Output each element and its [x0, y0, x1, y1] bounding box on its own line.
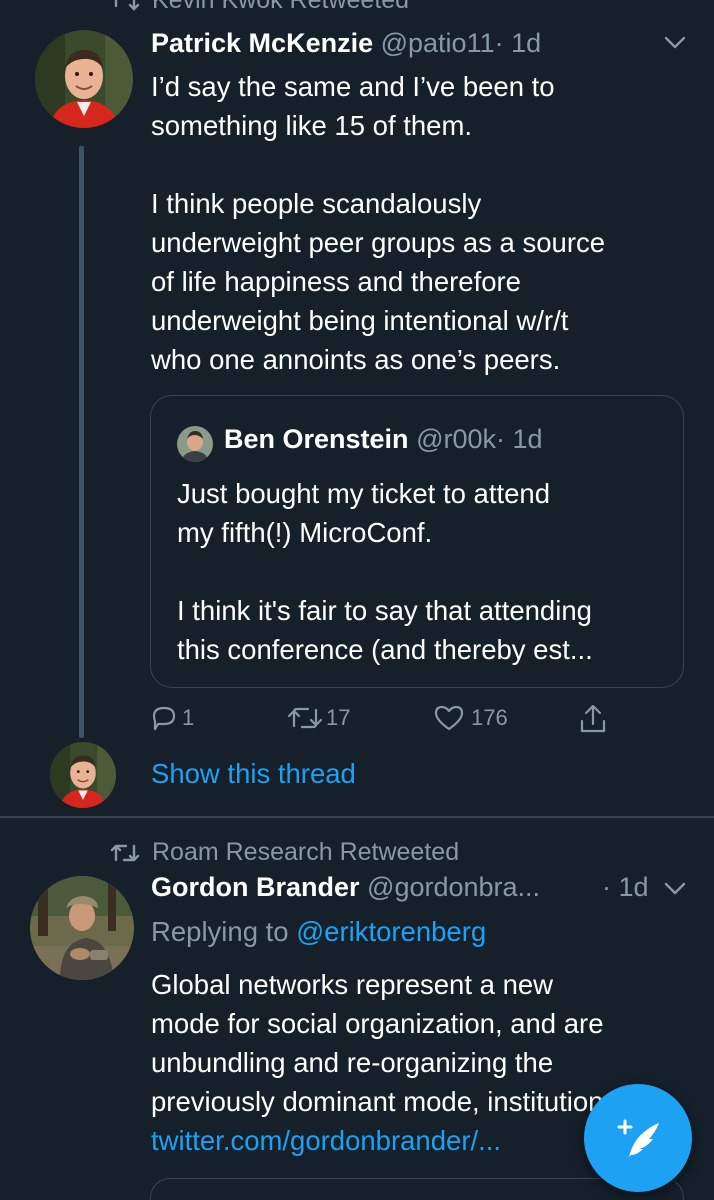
replying-to: Replying to @eriktorenberg	[151, 916, 486, 948]
tweet-time-wrap: · 1d	[602, 872, 649, 903]
author-handle[interactable]: @patio11	[381, 28, 495, 58]
like-button[interactable]: 176	[433, 704, 508, 732]
replying-to-label: Replying to	[151, 916, 289, 947]
quoted-author-handle: @r00k	[416, 424, 496, 454]
tweet-line: unbundling and re-organizing the	[151, 1047, 554, 1078]
link-preview-card[interactable]	[150, 1178, 684, 1200]
avatar-photo	[30, 876, 134, 980]
author-name[interactable]: Gordon Brander	[151, 872, 360, 902]
retweet-context: Roam Research Retweeted	[110, 838, 459, 867]
tweet-line: Global networks represent a new	[151, 969, 554, 1000]
compose-tweet-button[interactable]	[584, 1084, 692, 1192]
author-avatar[interactable]	[35, 30, 133, 128]
compose-tweet-icon	[617, 1119, 659, 1157]
heart-icon	[434, 705, 464, 731]
reply-button[interactable]: 1	[150, 704, 194, 732]
thread-author-avatar[interactable]	[50, 742, 116, 808]
quoted-author-name: Ben Orenstein	[224, 424, 409, 454]
tweet-divider	[0, 816, 714, 818]
tweet-line: underweight peer groups as a source	[151, 227, 606, 258]
retweet-icon	[114, 0, 140, 11]
tweet-line: I’d say the same and I’ve been to	[151, 71, 555, 102]
author-name[interactable]: Patrick McKenzie	[151, 28, 373, 58]
tweet-body: I’d say the same and I’ve been to someth…	[151, 67, 691, 379]
tweet-line: mode for social organization, and are	[151, 1008, 604, 1039]
tweet-time[interactable]: · 1d	[602, 872, 649, 902]
tweet-line: I think people scandalously	[151, 188, 482, 219]
quoted-author-avatar	[177, 426, 213, 462]
chevron-down-icon[interactable]	[664, 882, 686, 896]
quoted-tweet-line: this conference (and thereby est...	[177, 634, 593, 665]
quoted-tweet-body: Just bought my ticket to attend my fifth…	[177, 474, 677, 669]
retweet-count: 17	[326, 705, 351, 730]
retweet-button[interactable]: 17	[286, 704, 350, 732]
chevron-down-icon[interactable]	[664, 36, 686, 50]
tweet-header: Gordon Brander @gordonbra...	[151, 872, 540, 903]
reply-count: 1	[182, 705, 195, 730]
quoted-tweet-line: Just bought my ticket to attend	[177, 478, 550, 509]
tweet-line: something like 15 of them.	[151, 110, 473, 141]
share-icon	[580, 704, 606, 733]
tweet-header: Patrick McKenzie @patio11· 1d	[151, 28, 541, 59]
quoted-tweet-header: Ben Orenstein @r00k· 1d	[224, 424, 543, 455]
quoted-tweet-time: · 1d	[496, 424, 543, 454]
retweet-icon	[110, 844, 140, 861]
author-avatar[interactable]	[30, 876, 134, 980]
show-thread-link[interactable]: Show this thread	[151, 758, 356, 790]
tweet-line: underweight being intentional w/r/t	[151, 305, 569, 336]
retweet-context-label: Kevin Kwok Retweeted	[152, 0, 410, 14]
tweet-line: of life happiness and therefore	[151, 266, 521, 297]
like-count: 176	[471, 705, 508, 730]
quoted-tweet-card[interactable]: Ben Orenstein @r00k· 1d Just bought my t…	[150, 395, 684, 688]
thread-connector	[79, 146, 84, 738]
author-handle[interactable]: @gordonbra...	[367, 872, 540, 902]
replying-to-handle[interactable]: @eriktorenberg	[296, 916, 486, 947]
tweet-line: who one annoints as one’s peers.	[151, 344, 561, 375]
retweet-context: Kevin Kwok Retweeted	[110, 0, 409, 15]
quoted-tweet-line: I think it's fair to say that attending	[177, 595, 592, 626]
reply-icon	[152, 706, 176, 731]
retweet-context-label: Roam Research Retweeted	[152, 838, 460, 866]
tweet-actions: 1 17 176	[150, 702, 620, 742]
share-button[interactable]	[578, 703, 608, 735]
avatar-photo	[35, 30, 133, 128]
retweet-icon	[287, 707, 323, 729]
tweet-time[interactable]: · 1d	[495, 28, 542, 58]
quoted-tweet-line: my fifth(!) MicroConf.	[177, 517, 433, 548]
